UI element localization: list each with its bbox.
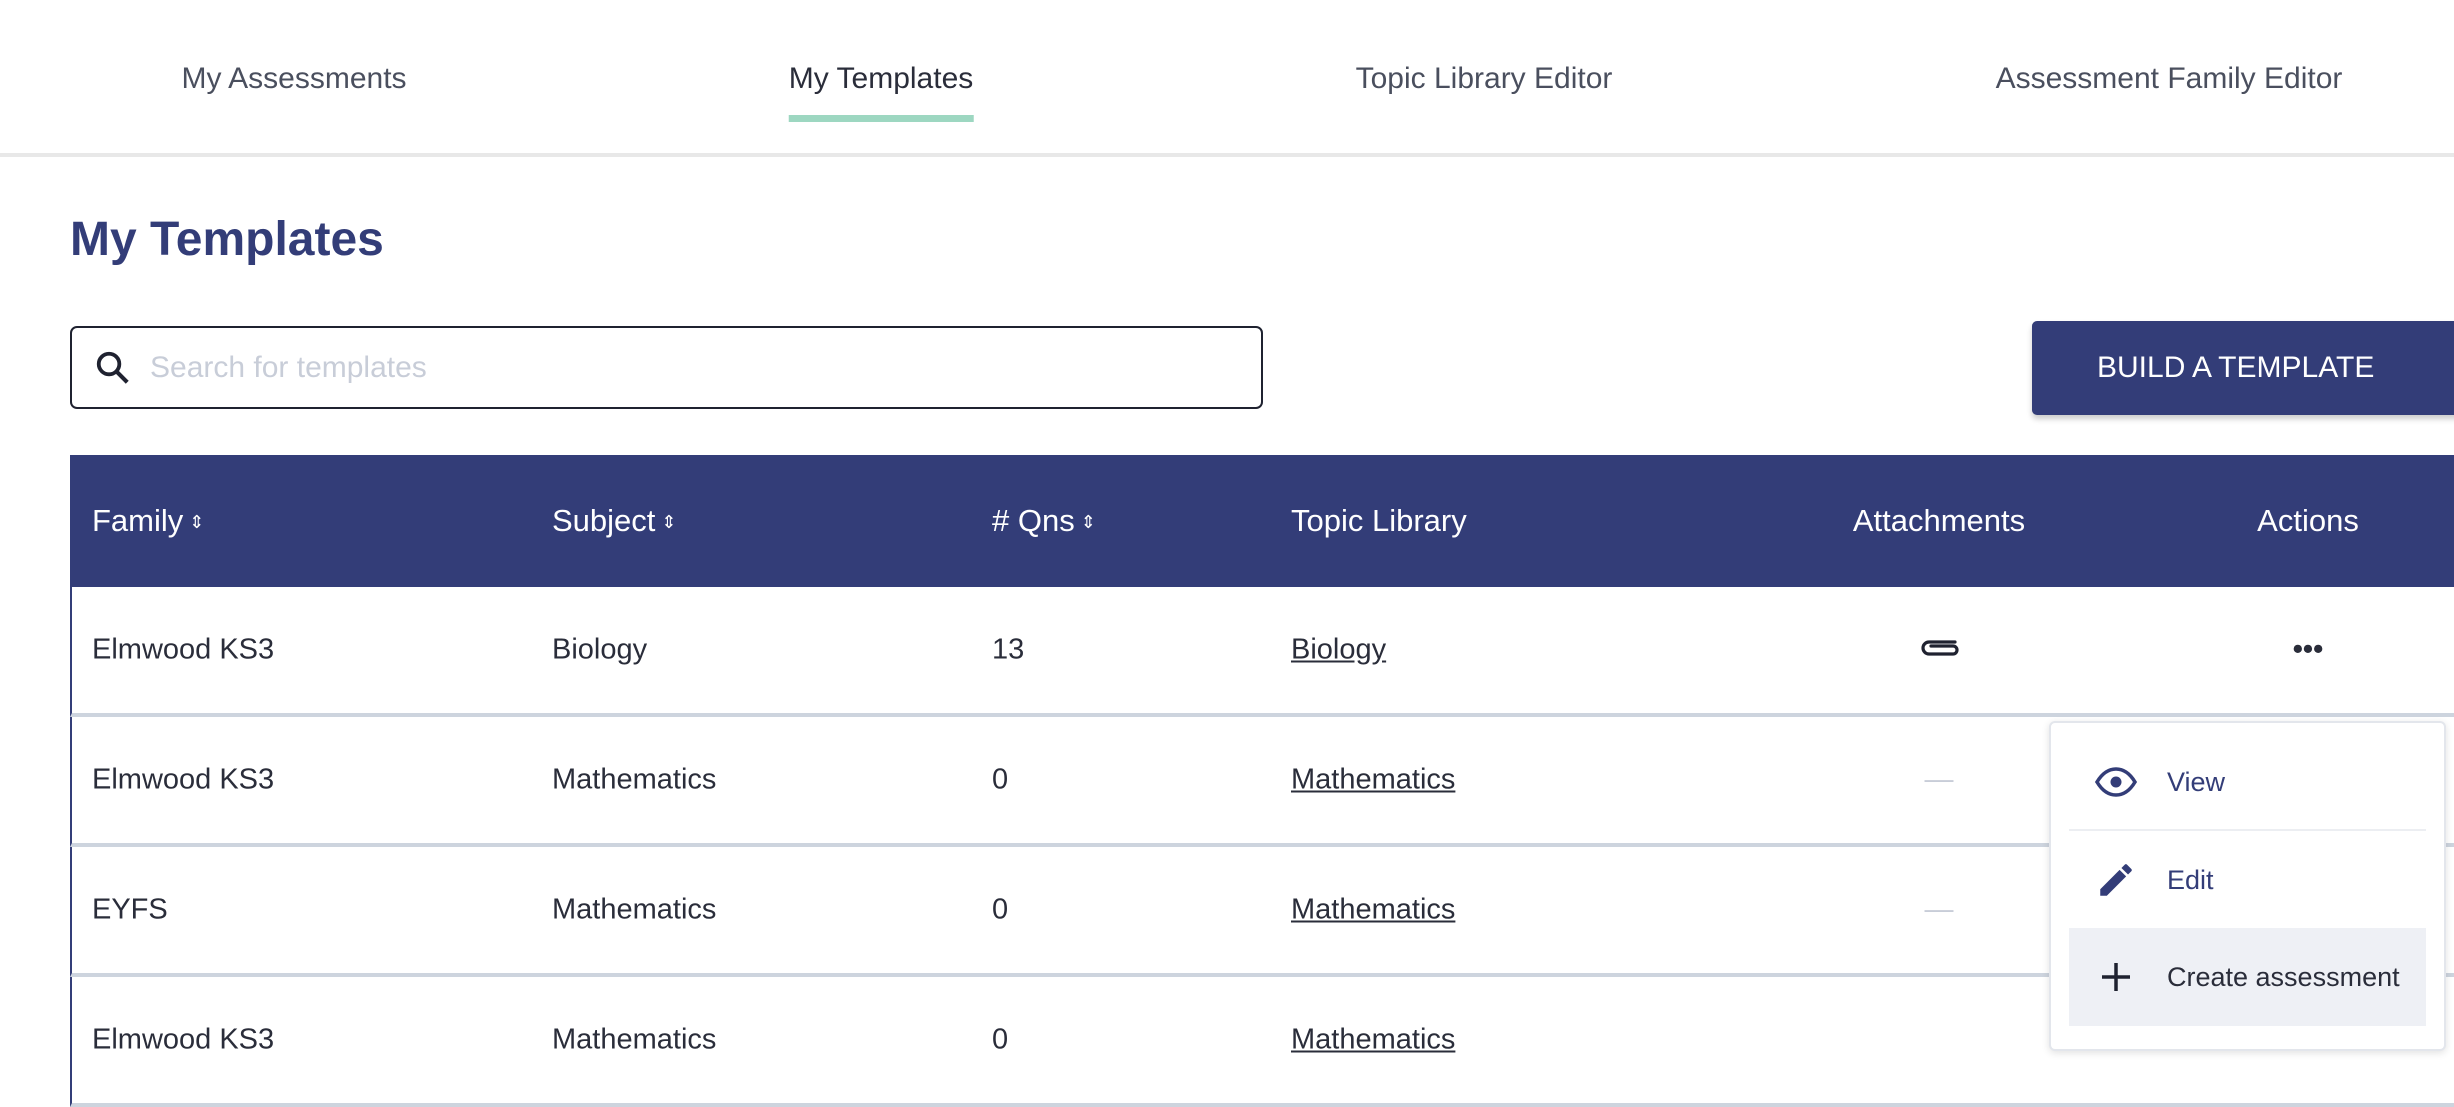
cell-subject: Mathematics <box>552 893 717 926</box>
page-title: My Templates <box>70 213 384 266</box>
eye-icon <box>2095 767 2137 797</box>
column-header-attachments: Attachments <box>1852 503 2026 538</box>
cell-subject: Biology <box>552 633 648 666</box>
sort-icon[interactable]: ⇕ <box>1081 512 1096 532</box>
column-header-subject[interactable]: Subject ⇕ <box>552 503 677 539</box>
cell-attachments-empty: — <box>1924 763 1954 796</box>
pencil-icon <box>2100 864 2132 896</box>
column-header-topic-library: Topic Library <box>1291 503 1467 538</box>
topic-library-link[interactable]: Mathematics <box>1291 764 1455 796</box>
top-nav: My Assessments My Templates Topic Librar… <box>0 0 2454 157</box>
menu-item-view[interactable]: View <box>2069 733 2426 831</box>
tab-topic-library-editor[interactable]: Topic Library Editor <box>1356 62 1613 96</box>
topic-library-link[interactable]: Mathematics <box>1291 894 1455 926</box>
menu-item-label: Edit <box>2167 864 2214 895</box>
column-header-actions: Actions <box>2257 503 2359 538</box>
header-label: Family <box>92 503 184 538</box>
topic-library-link[interactable]: Mathematics <box>1291 1024 1455 1056</box>
search-box <box>70 326 1263 409</box>
cell-family: Elmwood KS3 <box>92 1023 275 1056</box>
topic-library-link[interactable]: Biology <box>1291 634 1386 666</box>
menu-item-create-assessment[interactable]: Create assessment <box>2069 928 2426 1026</box>
tab-my-assessments[interactable]: My Assessments <box>181 62 406 96</box>
column-header-family[interactable]: Family ⇕ <box>92 503 204 539</box>
cell-attachments-empty: — <box>1924 893 1954 926</box>
cell-family: EYFS <box>92 893 168 926</box>
column-header-qns[interactable]: # Qns ⇕ <box>992 503 1096 539</box>
header-label: # Qns <box>992 503 1075 538</box>
cell-qns: 0 <box>992 763 1009 796</box>
cell-family: Elmwood KS3 <box>92 763 275 796</box>
menu-item-label: Create assessment <box>2167 961 2400 992</box>
cell-qns: 0 <box>992 893 1009 926</box>
tab-my-templates[interactable]: My Templates <box>788 62 973 122</box>
menu-item-edit[interactable]: Edit <box>2069 831 2426 929</box>
actions-menu: View Edit Create assessment <box>2049 721 2446 1051</box>
header-label: Subject <box>552 503 656 538</box>
cell-family: Elmwood KS3 <box>92 633 275 666</box>
table-row: Elmwood KS3 Biology 13 Biology ••• <box>70 587 2454 717</box>
search-input[interactable] <box>150 350 1150 385</box>
more-actions-button[interactable]: ••• <box>2293 634 2323 667</box>
menu-item-label: View <box>2167 766 2226 797</box>
plus-icon <box>2102 963 2130 991</box>
table-header: Family ⇕ Subject ⇕ # Qns ⇕ Topic Library At… <box>70 455 2454 587</box>
build-template-button[interactable]: BUILD A TEMPLATE <box>2032 321 2454 415</box>
paperclip-icon[interactable] <box>1917 633 1961 667</box>
cell-subject: Mathematics <box>552 1023 717 1056</box>
search-icon <box>96 351 129 384</box>
cell-subject: Mathematics <box>552 763 717 796</box>
tab-assessment-family-editor[interactable]: Assessment Family Editor <box>1996 62 2343 96</box>
sort-icon[interactable]: ⇕ <box>189 512 204 532</box>
cell-qns: 13 <box>992 633 1025 666</box>
sort-icon[interactable]: ⇕ <box>661 512 676 532</box>
cell-qns: 0 <box>992 1023 1009 1056</box>
